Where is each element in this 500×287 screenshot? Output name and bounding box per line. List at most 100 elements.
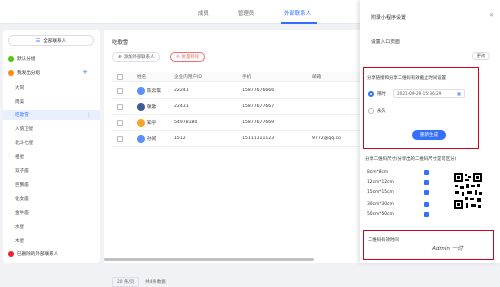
- qr-size-label: 30cm*30cm: [367, 202, 394, 207]
- change-button[interactable]: 更改: [472, 52, 490, 60]
- row-checkbox[interactable]: [117, 120, 123, 126]
- contact-name: 知乎: [147, 121, 157, 126]
- avatar: [137, 119, 145, 127]
- sidebar-item-label: 巨蟹座: [15, 183, 29, 188]
- deleted-contacts-label: 已删除的外部联系人: [17, 251, 59, 257]
- regenerate-button[interactable]: 重新生成: [412, 130, 446, 140]
- sidebar-item[interactable]: 大同: [3, 83, 100, 93]
- contacts-main: 吃歌雪 ⊕ 添加外部联系人 ⊖ 批量移除 姓名 企业内用户ID 手机 邮箱 陈云…: [104, 30, 360, 287]
- sidebar-item[interactable]: 金牛座: [3, 208, 100, 218]
- sidebar-item[interactable]: 双子座: [3, 166, 100, 176]
- group-sidebar: ☰ 全部联系人 默认分组 我发出分组 + 大同 周美 吃歌雪 ⋮ 入值卫星 北斗七…: [3, 30, 100, 263]
- contact-phone: 15877676666: [242, 88, 275, 93]
- avatar: [137, 135, 145, 143]
- contact-phone: 15877677669: [242, 120, 275, 125]
- sidebar-item-label: 北斗七星: [15, 141, 34, 146]
- datetime-input[interactable]: 2021-09-29 15:36:29 ▦: [393, 89, 465, 98]
- sidebar-item-label: 周美: [15, 100, 25, 105]
- tab-members[interactable]: 成员: [198, 9, 209, 17]
- homepage-setting-label: 设置入口页面: [371, 40, 400, 45]
- group-icon: [8, 55, 14, 62]
- download-icon[interactable]: [424, 190, 429, 195]
- contact-name: 孙闲: [147, 137, 157, 142]
- miniprogram-settings-panel: 附录小程序设置 ✕ 设置入口页面 更改 分享链接和分享二维码有效截止时间设置 限…: [360, 0, 500, 263]
- my-group[interactable]: 我发出分组 +: [8, 68, 95, 77]
- all-contacts-button[interactable]: ☰ 全部联系人: [8, 35, 94, 46]
- sidebar-item[interactable]: 入值卫星: [3, 124, 100, 134]
- avatar: [137, 103, 145, 111]
- tab-admins[interactable]: 管理员: [238, 9, 254, 17]
- table-row[interactable]: 陈云琪 22241 15877676666: [112, 84, 360, 99]
- my-group-label: 我发出分组: [17, 70, 40, 76]
- qr-size-label: 8cm*8cm: [367, 170, 389, 175]
- download-icon[interactable]: [424, 212, 429, 217]
- more-icon[interactable]: ⋮: [86, 112, 92, 119]
- timed-radio[interactable]: [368, 91, 374, 97]
- forever-label: 永久: [377, 109, 386, 114]
- qr-size-row: 15cm*15cm: [367, 188, 394, 197]
- contact-uid: 54978180: [174, 120, 198, 125]
- sidebar-item-label: 双子座: [15, 169, 29, 174]
- panel-title: 附录小程序设置: [371, 15, 407, 21]
- page-size-select[interactable]: 20 条/页: [112, 277, 140, 287]
- deleted-contacts-group[interactable]: 已删除的外部联系人: [8, 249, 58, 258]
- group-icon: [8, 250, 14, 257]
- sidebar-item[interactable]: 水星: [3, 222, 100, 232]
- sidebar-item-label: 吃歌雪: [15, 113, 29, 118]
- add-button-label: 添加外部联系人: [123, 55, 155, 60]
- contact-uid: 22241: [174, 88, 189, 93]
- contact-uid: 22431: [174, 104, 189, 109]
- sidebar-item-label: 水星: [15, 225, 25, 230]
- avatar: [137, 87, 145, 95]
- add-group-icon[interactable]: +: [82, 69, 88, 76]
- contact-name: 敬歌: [147, 105, 157, 110]
- share-validity-title: 分享链接和分享二维码有效截止时间设置: [367, 76, 447, 81]
- table-row[interactable]: 孙闲 1512 15111111123 9772@qq.co: [112, 132, 360, 147]
- close-icon[interactable]: ✕: [489, 12, 494, 19]
- row-checkbox[interactable]: [117, 136, 123, 142]
- sidebar-item[interactable]: 周美: [3, 97, 100, 107]
- column-user-id: 企业内用户ID: [174, 75, 202, 80]
- datetime-value: 2021-09-29 15:36:29: [397, 91, 442, 96]
- page-title: 吃歌雪: [112, 40, 129, 46]
- sidebar-item[interactable]: 化女座: [3, 194, 100, 204]
- calendar-icon[interactable]: ▦: [457, 91, 461, 96]
- download-icon[interactable]: [424, 202, 429, 207]
- sidebar-item-label: 大同: [15, 86, 25, 91]
- sidebar-item-label: 入值卫星: [15, 127, 34, 132]
- add-user-icon: ⊕: [118, 54, 122, 60]
- download-icon[interactable]: [424, 180, 429, 185]
- sidebar-item[interactable]: 巨蟹座: [3, 180, 100, 190]
- forever-radio[interactable]: [368, 108, 374, 114]
- qr-size-row: 8cm*8cm: [367, 168, 388, 177]
- qr-size-title: 分享二维码尺寸(分享出的二维码尺寸是可区分): [365, 157, 457, 162]
- horizontal-scrollbar[interactable]: [104, 258, 314, 261]
- download-icon[interactable]: [424, 170, 429, 175]
- contacts-icon: ☰: [35, 37, 41, 44]
- column-email: 邮箱: [312, 75, 322, 80]
- qr-size-row: 50cm*50cm: [367, 210, 394, 219]
- active-tab-indicator: [281, 22, 317, 24]
- table-row[interactable]: 知乎 54978180 15877677669: [112, 116, 360, 131]
- sidebar-item-label: 化女座: [15, 197, 29, 202]
- qr-code-icon: [453, 172, 483, 210]
- watermark: Admin 一讨: [430, 244, 465, 252]
- table-row[interactable]: 敬歌 22431 15877677667: [112, 100, 360, 115]
- all-contacts-label: 全部联系人: [43, 38, 67, 44]
- qr-size-label: 12cm*12cm: [367, 180, 394, 185]
- sidebar-item-label: 木星: [15, 239, 25, 244]
- default-group-label: 默认分组: [17, 56, 36, 62]
- select-all-checkbox[interactable]: [117, 74, 123, 80]
- tab-external-contacts[interactable]: 外部联系人: [284, 9, 311, 17]
- default-group[interactable]: 默认分组: [8, 54, 35, 63]
- sidebar-item[interactable]: 木星: [3, 236, 100, 246]
- pagination: 20 条/页 共4条数据: [112, 277, 166, 287]
- batch-remove-button[interactable]: ⊖ 批量移除: [170, 52, 206, 62]
- sidebar-item[interactable]: 北斗七星: [3, 138, 100, 148]
- add-external-contact-button[interactable]: ⊕ 添加外部联系人: [112, 52, 161, 62]
- sidebar-item-active[interactable]: 吃歌雪 ⋮: [3, 110, 100, 120]
- row-checkbox[interactable]: [117, 88, 123, 94]
- qr-validity-highlight: [363, 230, 494, 260]
- sidebar-item[interactable]: 祖星: [3, 152, 100, 162]
- row-checkbox[interactable]: [117, 104, 123, 110]
